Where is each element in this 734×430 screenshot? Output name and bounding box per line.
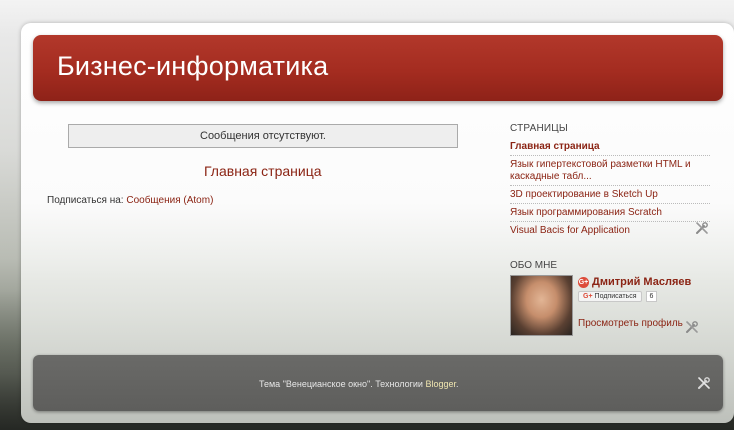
site-title[interactable]: Бизнес-информатика: [57, 51, 328, 82]
page-link-sketchup[interactable]: 3D проектирование в Sketch Up: [510, 186, 710, 204]
google-plus-icon: G+: [583, 293, 593, 300]
blogger-link[interactable]: Blogger: [425, 379, 456, 389]
pages-list: Главная страница Язык гипертекстовой раз…: [510, 138, 710, 239]
subscribe-label: Подписаться на:: [47, 195, 124, 206]
page-link-vba[interactable]: Visual Bacis for Application: [510, 222, 710, 239]
blog-window: Бизнес-информатика Сообщения отсутствуют…: [21, 23, 734, 423]
page-link-html[interactable]: Язык гипертекстовой разметки HTML и каск…: [510, 156, 710, 186]
about-widget-title: ОБО МНЕ: [510, 260, 558, 271]
profile-name[interactable]: G+ Дмитрий Масляев: [578, 276, 691, 288]
page-link-scratch[interactable]: Язык программирования Scratch: [510, 204, 710, 222]
follow-count: 6: [645, 291, 658, 302]
wrench-screwdriver-icon[interactable]: [696, 375, 712, 396]
footer-theme-text: Тема "Венецианское окно". Технологии: [259, 379, 423, 389]
no-posts-notice: Сообщения отсутствуют.: [68, 124, 458, 148]
follow-label: Подписаться: [594, 293, 637, 300]
blog-footer: Тема "Венецианское окно". Технологии Blo…: [33, 355, 723, 411]
home-page-link[interactable]: Главная страница: [204, 163, 322, 179]
pages-widget-title: СТРАНИЦЫ: [510, 123, 568, 134]
follow-button[interactable]: G+ Подписаться: [578, 291, 642, 302]
subscribe-line: Подписаться на: Сообщения (Atom): [47, 195, 213, 206]
footer-credit: Тема "Венецианское окно". Технологии Blo…: [259, 379, 459, 389]
follow-row: G+ Подписаться 6: [578, 291, 658, 302]
wrench-screwdriver-icon[interactable]: [694, 220, 710, 241]
profile-name-label: Дмитрий Масляев: [592, 276, 692, 288]
avatar[interactable]: [510, 275, 573, 336]
google-plus-icon: G+: [578, 276, 589, 288]
footer-period: .: [456, 379, 459, 389]
view-profile-link[interactable]: Просмотреть профиль: [578, 318, 683, 329]
atom-feed-link[interactable]: Сообщения (Atom): [126, 195, 213, 206]
blog-header: Бизнес-информатика: [33, 35, 723, 101]
pages-widget: СТРАНИЦЫ Главная страница Язык гипертекс…: [510, 123, 710, 239]
wrench-screwdriver-icon[interactable]: [684, 319, 700, 340]
page-link-home[interactable]: Главная страница: [510, 138, 710, 156]
